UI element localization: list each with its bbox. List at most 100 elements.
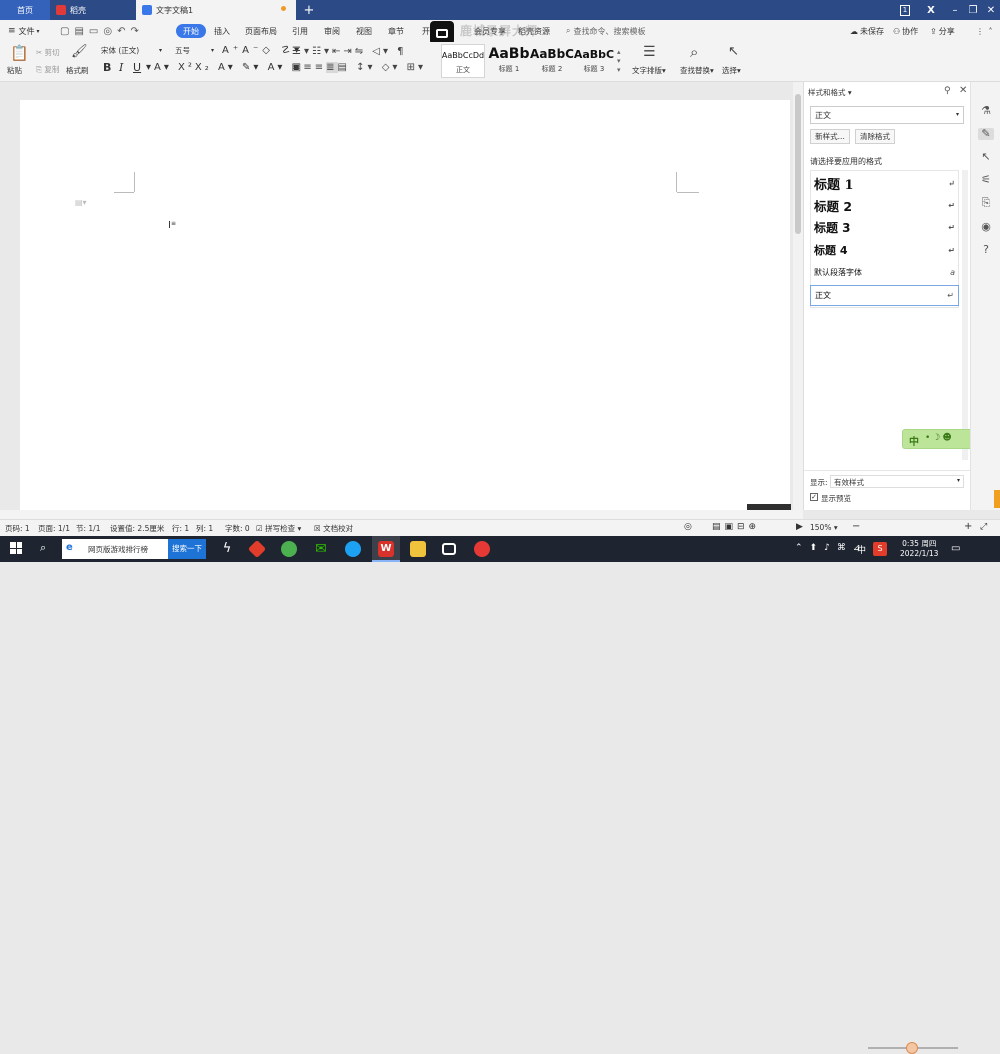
window-badge[interactable]: 1 xyxy=(894,0,916,20)
zoom-slider-thumb[interactable] xyxy=(906,1042,918,1054)
current-style-select[interactable]: 正文 ▾ xyxy=(810,106,964,124)
spell-check-button[interactable]: ☑ 拼写检查 ▾ xyxy=(256,523,301,534)
panel-close-icon[interactable]: ✕ xyxy=(959,85,967,96)
tab-review[interactable]: 审阅 xyxy=(324,24,340,38)
unsaved-button[interactable]: ☁ 未保存 xyxy=(850,24,884,38)
text-layout-icon[interactable]: ☰ xyxy=(643,44,656,60)
scrollbar-thumb[interactable] xyxy=(795,94,801,234)
style-list-default-font[interactable]: 默认段落字体 a xyxy=(810,262,959,282)
style-list-heading-4[interactable]: 标题 4 ↵ xyxy=(810,240,959,260)
app-q-icon[interactable] xyxy=(345,541,361,557)
wechat-icon[interactable]: ✉ xyxy=(313,541,329,557)
style-rocket-icon[interactable]: ⚗ xyxy=(980,105,992,117)
cut-button[interactable]: ✂ 剪切 xyxy=(36,47,60,58)
bold-button[interactable]: B xyxy=(103,61,111,74)
italic-button[interactable]: I xyxy=(119,61,123,74)
tab-dev[interactable]: 开 xyxy=(422,24,430,38)
format-painter-icon[interactable]: 🖌 xyxy=(71,44,88,59)
camera-app-icon[interactable] xyxy=(442,543,456,555)
style-list-heading-1[interactable]: 标题 1 ↵ xyxy=(810,173,959,193)
proofread-button[interactable]: ☒ 文档校对 xyxy=(314,523,353,534)
tab-view[interactable]: 视图 xyxy=(356,24,372,38)
help-icon[interactable]: ? xyxy=(980,244,992,256)
share-button[interactable]: ⇪ 分享 xyxy=(930,24,955,38)
tab-layout[interactable]: 页面布局 xyxy=(245,24,277,38)
windows-start-icon[interactable] xyxy=(10,542,22,554)
settings-sliders-icon[interactable]: ⚟ xyxy=(980,174,992,186)
more-button[interactable]: ⋮ ˄ xyxy=(976,24,994,38)
panel-scrollbar[interactable] xyxy=(962,170,968,460)
tab-insert[interactable]: 插入 xyxy=(214,24,230,38)
style-normal[interactable]: AaBbCcDd 正文 xyxy=(441,44,485,78)
paste-button[interactable]: 粘贴 xyxy=(7,65,22,76)
fullscreen-icon[interactable]: ⤢ xyxy=(980,522,987,532)
pin-icon[interactable]: ⚲ xyxy=(944,86,951,96)
eye-protect-icon[interactable]: ◎ xyxy=(684,522,692,532)
new-style-button[interactable]: 新样式... xyxy=(810,129,850,144)
paste-icon[interactable]: 📋 xyxy=(10,44,29,62)
copy-button[interactable]: ⎘ 复制 xyxy=(36,64,59,75)
tab-reference[interactable]: 引用 xyxy=(292,24,308,38)
select-cursor-icon[interactable]: ↖ xyxy=(728,44,739,59)
paragraph-align-tools[interactable]: ≡≡≡≣▤ ↕▾ ◇▾ ⊞▾ xyxy=(292,62,426,73)
app-lightning-icon[interactable]: ϟ xyxy=(219,541,235,557)
zoom-in-button[interactable]: + xyxy=(964,521,972,532)
style-list-heading-2[interactable]: 标题 2 ↵ xyxy=(810,195,959,215)
taskbar-search-button[interactable]: 搜索一下 xyxy=(168,539,206,559)
app-red-diamond-icon[interactable] xyxy=(247,539,267,559)
tab-document[interactable]: 文字文稿1 xyxy=(136,0,296,20)
taskbar-clock[interactable]: 0:35 周四 2022/1/13 xyxy=(900,539,938,559)
style-heading-2[interactable]: AaBbC 标题 2 xyxy=(530,44,574,78)
select-button[interactable]: 选择▾ xyxy=(722,65,741,76)
underline-button[interactable]: U xyxy=(133,61,141,74)
paragraph-list-tools[interactable]: ☰▾☷▾⇤⇥⇋ ◁▾ ¶ xyxy=(292,46,407,57)
collaborate-button[interactable]: ⚇ 协作 xyxy=(893,24,918,38)
vertical-scrollbar[interactable] xyxy=(793,82,803,510)
ime-language-indicator[interactable]: 中 xyxy=(857,543,866,556)
find-replace-button[interactable]: 查找替换▾ xyxy=(680,65,714,76)
paragraph-options-icon[interactable]: ▤▾ xyxy=(75,198,87,207)
notification-icon[interactable]: ▭ xyxy=(951,543,960,554)
quick-access-icons[interactable]: ▢▤▭◎↶↷ xyxy=(60,24,144,38)
zoom-level[interactable]: 150% ▾ xyxy=(810,523,838,532)
wps-taskbar-button[interactable]: W xyxy=(372,536,400,562)
style-list-heading-3[interactable]: 标题 3 ↵ xyxy=(810,217,959,237)
sogou-ime-icon[interactable]: S xyxy=(873,542,887,556)
text-layout-button[interactable]: 文字排版▾ xyxy=(632,65,666,76)
taskbar-search-box[interactable]: e 网页版游戏排行榜 xyxy=(62,539,168,559)
style-heading-3[interactable]: AaBbC 标题 3 xyxy=(572,44,616,78)
file-explorer-icon[interactable] xyxy=(410,541,426,557)
command-search[interactable]: ⌕ 查找命令、搜索模板 xyxy=(566,24,645,38)
status-word-count[interactable]: 字数: 0 xyxy=(225,523,250,534)
play-icon[interactable]: ▶ xyxy=(796,522,803,532)
location-icon[interactable]: ◉ xyxy=(980,221,992,233)
tab-docer[interactable]: 稻壳 xyxy=(50,0,136,20)
font-size-dropdown-icon[interactable]: ▾ xyxy=(211,47,214,54)
style-heading-1[interactable]: AaBb 标题 1 xyxy=(487,44,531,78)
find-replace-icon[interactable]: ⌕ xyxy=(690,43,698,61)
font-tools[interactable]: A⁺A⁻◇ ☡▾ xyxy=(222,45,303,56)
show-select[interactable]: 有效样式 ▾ xyxy=(830,475,964,488)
font-name-select[interactable]: 宋体 (正文) xyxy=(98,46,166,58)
search-icon[interactable]: ⌕ xyxy=(40,541,46,555)
tab-start[interactable]: 开始 xyxy=(176,24,206,38)
wps-x-icon[interactable]: X xyxy=(920,0,942,20)
style-list-normal[interactable]: 正文 ↵ xyxy=(810,285,959,306)
close-button[interactable]: ✕ xyxy=(980,0,1000,20)
font-name-dropdown-icon[interactable]: ▾ xyxy=(159,47,162,54)
new-tab-button[interactable]: + xyxy=(298,0,320,20)
file-menu[interactable]: ≡ 文件 ▾ xyxy=(8,24,40,38)
document-page[interactable]: ▤▾ I≡ xyxy=(20,100,790,510)
format-painter-button[interactable]: 格式刷 xyxy=(66,65,89,76)
view-mode-icons[interactable]: ▤▣⊟⊕ xyxy=(712,522,760,532)
clear-format-button[interactable]: 清除格式 xyxy=(855,129,895,144)
tab-chapter[interactable]: 章节 xyxy=(388,24,404,38)
app-green-circle-icon[interactable] xyxy=(281,541,297,557)
show-preview-checkbox[interactable]: ✓ xyxy=(810,493,818,501)
style-gallery-scroll[interactable]: ▴ ▾ ▾ xyxy=(617,48,621,75)
edit-pen-icon[interactable]: ✎ xyxy=(978,128,994,140)
text-effect-tools[interactable]: ▾A▾ X²X₂ A▾ ✎▾ A▾ ▣ xyxy=(146,62,304,73)
share-doc-icon[interactable]: ⎘ xyxy=(980,197,992,209)
font-size-select[interactable]: 五号 xyxy=(172,46,216,58)
select-arrow-icon[interactable]: ↖ xyxy=(980,151,992,163)
